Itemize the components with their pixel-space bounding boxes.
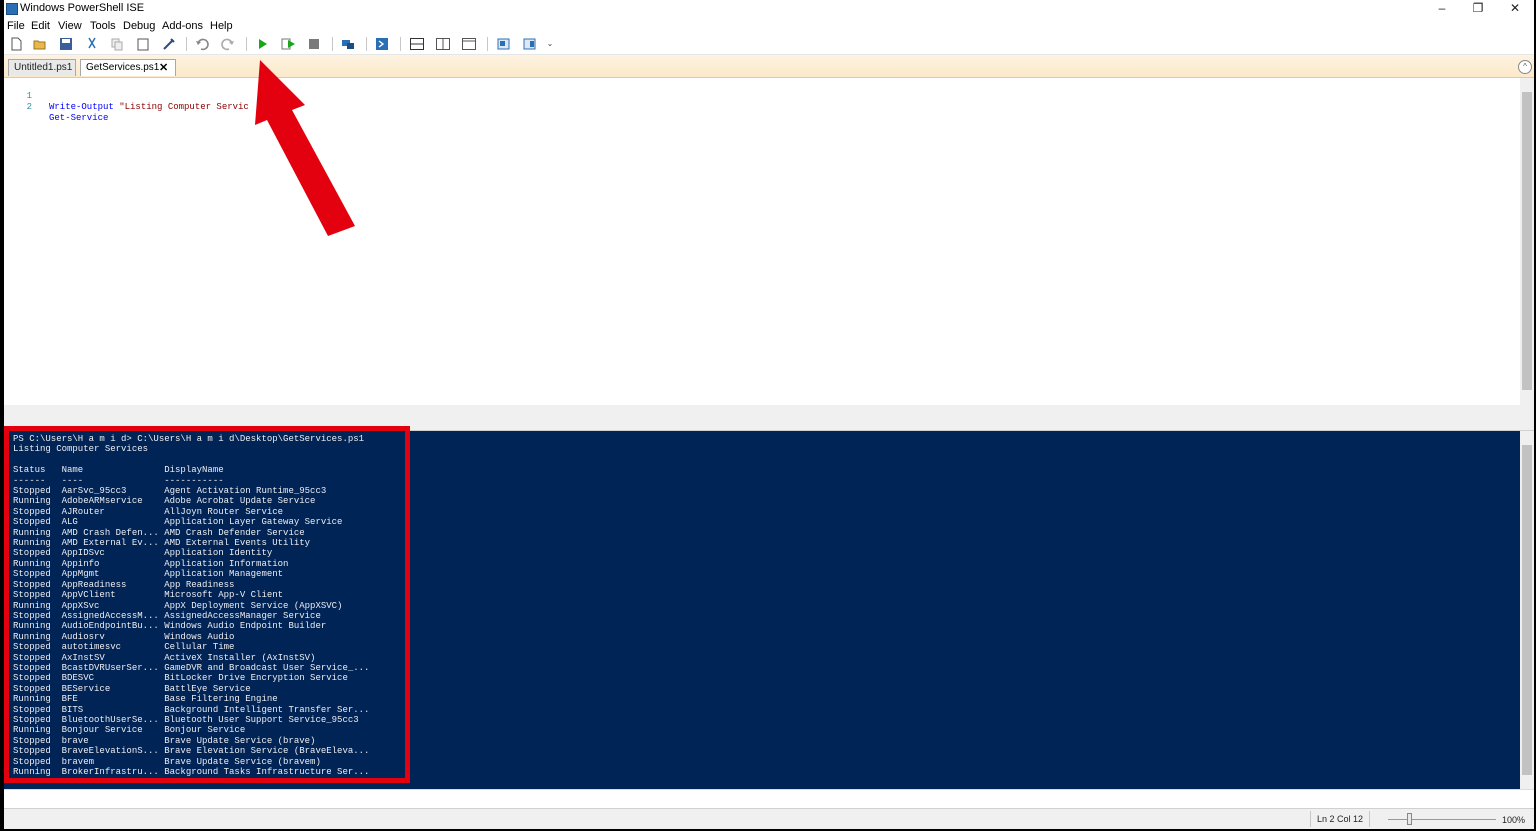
open-icon[interactable] xyxy=(32,36,48,52)
close-tab-icon[interactable]: ✕ xyxy=(159,60,168,76)
console-scroll-thumb[interactable] xyxy=(1522,445,1532,775)
show-script-pane-top-icon[interactable] xyxy=(409,36,425,52)
tab-label: GetServices.ps1 xyxy=(86,62,160,73)
cmdlet-token: Write-Output xyxy=(49,102,114,112)
close-button[interactable]: ✕ xyxy=(1497,0,1533,18)
collapse-script-pane-icon[interactable]: ^ xyxy=(1518,60,1532,74)
customize-toolbar-icon[interactable]: ⌄ xyxy=(545,36,555,52)
cut-icon[interactable] xyxy=(84,36,100,52)
copy-icon[interactable] xyxy=(109,36,125,52)
cmdlet-token: Get-Service xyxy=(49,113,109,123)
save-icon[interactable] xyxy=(58,36,74,52)
toolbar-separator xyxy=(487,37,488,51)
menu-debug[interactable]: Debug xyxy=(123,20,155,32)
run-selection-icon[interactable] xyxy=(280,36,296,52)
zoom-slider[interactable] xyxy=(1388,819,1496,820)
menu-help[interactable]: Help xyxy=(210,20,233,32)
clear-console-icon[interactable] xyxy=(161,36,177,52)
console-input-area[interactable] xyxy=(4,789,1534,808)
tab-getservices[interactable]: GetServices.ps1 ✕ xyxy=(80,59,176,76)
redo-icon[interactable] xyxy=(220,36,236,52)
title-bar: Windows PowerShell ISE – ❐ ✕ xyxy=(4,0,1534,18)
show-command-window-icon[interactable] xyxy=(496,36,512,52)
status-bar: Ln 2 Col 12 100% xyxy=(4,808,1534,829)
menu-view[interactable]: View xyxy=(58,20,82,32)
show-script-pane-right-icon[interactable] xyxy=(435,36,451,52)
new-icon[interactable] xyxy=(8,36,24,52)
stop-icon[interactable] xyxy=(306,36,322,52)
string-token: "Listing Computer Servic xyxy=(113,102,249,112)
toolbar-separator xyxy=(246,37,247,51)
toolbar-separator xyxy=(366,37,367,51)
toolbar-separator xyxy=(400,37,401,51)
powershell-ise-window: Windows PowerShell ISE – ❐ ✕ File Edit V… xyxy=(4,0,1534,829)
toolbar-separator xyxy=(332,37,333,51)
restore-button[interactable]: ❐ xyxy=(1460,0,1496,18)
editor-vertical-scrollbar[interactable] xyxy=(1520,78,1534,415)
code-line: 1 Write-Output "Listing Computer Servic xyxy=(4,80,249,112)
code-line: 2 Get-Service xyxy=(4,91,109,123)
menu-add-ons[interactable]: Add-ons xyxy=(162,20,203,32)
code-text: Get-Service xyxy=(49,113,108,124)
menu-tools[interactable]: Tools xyxy=(90,20,116,32)
paste-icon[interactable] xyxy=(135,36,151,52)
show-command-addon-icon[interactable] xyxy=(522,36,538,52)
editor-horizontal-scrollbar[interactable] xyxy=(4,405,1520,415)
powershell-console-icon[interactable] xyxy=(374,36,390,52)
menu-file[interactable]: File xyxy=(7,20,25,32)
undo-icon[interactable] xyxy=(194,36,210,52)
script-editor[interactable]: 1 Write-Output "Listing Computer Servic … xyxy=(4,78,1534,415)
pane-splitter[interactable] xyxy=(4,415,1534,431)
menu-edit[interactable]: Edit xyxy=(31,20,50,32)
line-number: 2 xyxy=(26,102,32,112)
tab-untitled1[interactable]: Untitled1.ps1 xyxy=(8,59,76,76)
tab-label: Untitled1.ps1 xyxy=(14,62,73,73)
cursor-position: Ln 2 Col 12 xyxy=(1310,811,1371,827)
console-pane[interactable]: PS C:\Users\H a m i d> C:\Users\H a m i … xyxy=(4,431,1534,789)
menu-bar: File Edit View Tools Debug Add-ons Help xyxy=(4,18,1534,34)
console-vertical-scrollbar[interactable] xyxy=(1520,431,1534,789)
zoom-slider-thumb[interactable] xyxy=(1406,813,1412,825)
show-script-pane-maximized-icon[interactable] xyxy=(461,36,477,52)
powershell-app-icon xyxy=(6,3,18,15)
remote-powershell-icon[interactable] xyxy=(340,36,356,52)
editor-scroll-thumb[interactable] xyxy=(1522,92,1532,390)
minimize-button[interactable]: – xyxy=(1424,0,1460,18)
toolbar-separator xyxy=(186,37,187,51)
script-tab-strip: Untitled1.ps1 GetServices.ps1 ✕ ^ xyxy=(4,55,1534,78)
console-output: PS C:\Users\H a m i d> C:\Users\H a m i … xyxy=(13,434,370,777)
code-text: Write-Output "Listing Computer Servic xyxy=(49,102,249,113)
toolbar: ⌄ xyxy=(4,34,1534,55)
run-script-icon[interactable] xyxy=(254,36,270,52)
window-title: Windows PowerShell ISE xyxy=(20,2,145,14)
zoom-level: 100% xyxy=(1502,815,1526,825)
